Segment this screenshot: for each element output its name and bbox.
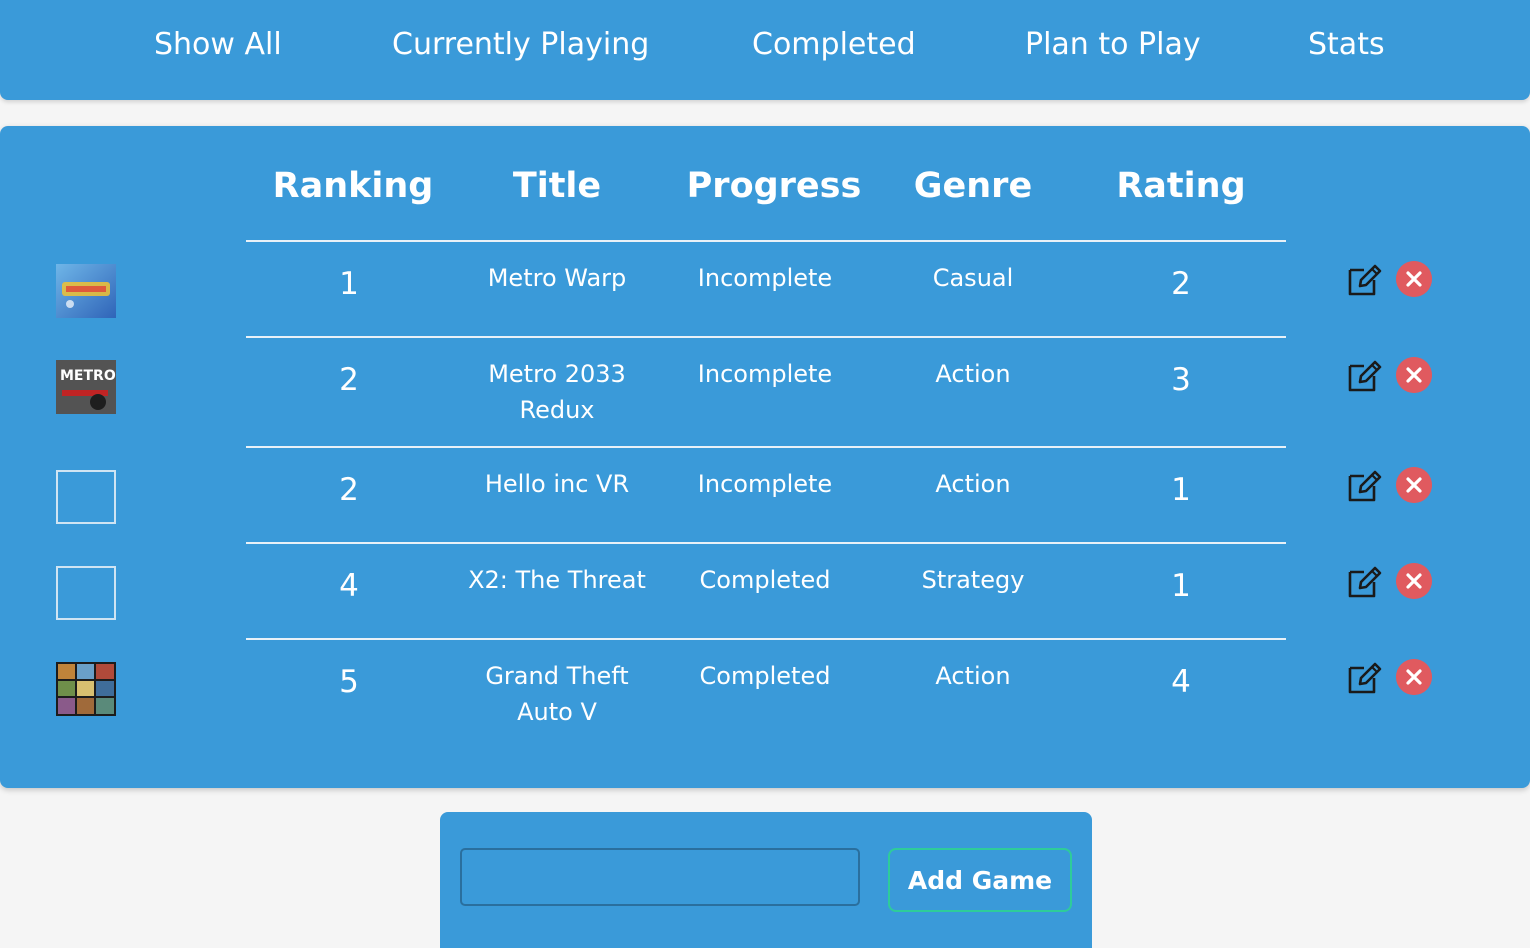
game-cover-placeholder xyxy=(56,566,116,620)
add-game-form: Add Game xyxy=(440,812,1092,948)
header-divider xyxy=(246,240,1286,242)
nav-completed[interactable]: Completed xyxy=(752,27,916,62)
title-cell: Metro 2033 Redux xyxy=(488,360,626,424)
delete-icon[interactable] xyxy=(1396,563,1432,599)
game-cover-image xyxy=(56,264,116,318)
genre-cell: Casual xyxy=(932,264,1014,292)
title-cell: Grand Theft Auto V xyxy=(485,662,629,726)
header-progress: Progress xyxy=(686,166,862,206)
edit-icon[interactable] xyxy=(1346,260,1384,298)
title-cell: Metro Warp xyxy=(487,264,627,292)
delete-icon[interactable] xyxy=(1396,261,1432,297)
genre-cell: Action xyxy=(935,360,1011,388)
row-divider xyxy=(246,446,1286,448)
row-divider xyxy=(246,336,1286,338)
game-cover-image xyxy=(56,662,116,716)
header-rating: Rating xyxy=(1116,166,1246,206)
top-nav: Show All Currently Playing Completed Pla… xyxy=(0,0,1530,100)
edit-icon[interactable] xyxy=(1346,466,1384,504)
progress-cell: Incomplete xyxy=(697,470,833,498)
ranking-cell: 1 xyxy=(339,266,359,302)
rating-cell: 3 xyxy=(1171,362,1191,398)
delete-icon[interactable] xyxy=(1396,467,1432,503)
rating-cell: 2 xyxy=(1171,266,1191,302)
edit-icon[interactable] xyxy=(1346,562,1384,600)
nav-show-all[interactable]: Show All xyxy=(154,27,282,62)
genre-cell: Action xyxy=(935,470,1011,498)
ranking-cell: 4 xyxy=(339,568,359,604)
edit-icon[interactable] xyxy=(1346,658,1384,696)
game-title-input[interactable] xyxy=(460,848,860,906)
title-cell: Hello inc VR xyxy=(484,470,630,498)
rating-cell: 1 xyxy=(1171,472,1191,508)
ranking-cell: 2 xyxy=(339,362,359,398)
progress-cell: Incomplete xyxy=(697,360,833,388)
rating-cell: 1 xyxy=(1171,568,1191,604)
game-cover-image: METRO xyxy=(56,360,116,414)
edit-icon[interactable] xyxy=(1346,356,1384,394)
games-table-panel: Ranking Title Progress Genre Rating 1 Me… xyxy=(0,126,1530,788)
delete-icon[interactable] xyxy=(1396,357,1432,393)
progress-cell: Completed xyxy=(699,566,831,594)
title-cell: X2: The Threat xyxy=(468,566,646,594)
progress-cell: Completed xyxy=(699,662,831,690)
genre-cell: Strategy xyxy=(921,566,1025,594)
delete-icon[interactable] xyxy=(1396,659,1432,695)
svg-text:METRO: METRO xyxy=(60,368,116,384)
nav-stats[interactable]: Stats xyxy=(1308,27,1385,62)
progress-cell: Incomplete xyxy=(697,264,833,292)
genre-cell: Action xyxy=(935,662,1011,690)
header-title: Title xyxy=(512,166,602,206)
row-divider xyxy=(246,638,1286,640)
add-game-button[interactable]: Add Game xyxy=(888,848,1072,912)
rating-cell: 4 xyxy=(1171,664,1191,700)
nav-plan-to-play[interactable]: Plan to Play xyxy=(1025,27,1201,62)
game-cover-placeholder xyxy=(56,470,116,524)
nav-currently-playing[interactable]: Currently Playing xyxy=(392,27,649,62)
ranking-cell: 5 xyxy=(339,664,359,700)
ranking-cell: 2 xyxy=(339,472,359,508)
row-divider xyxy=(246,542,1286,544)
header-ranking: Ranking xyxy=(272,166,434,206)
header-genre: Genre xyxy=(913,166,1033,206)
